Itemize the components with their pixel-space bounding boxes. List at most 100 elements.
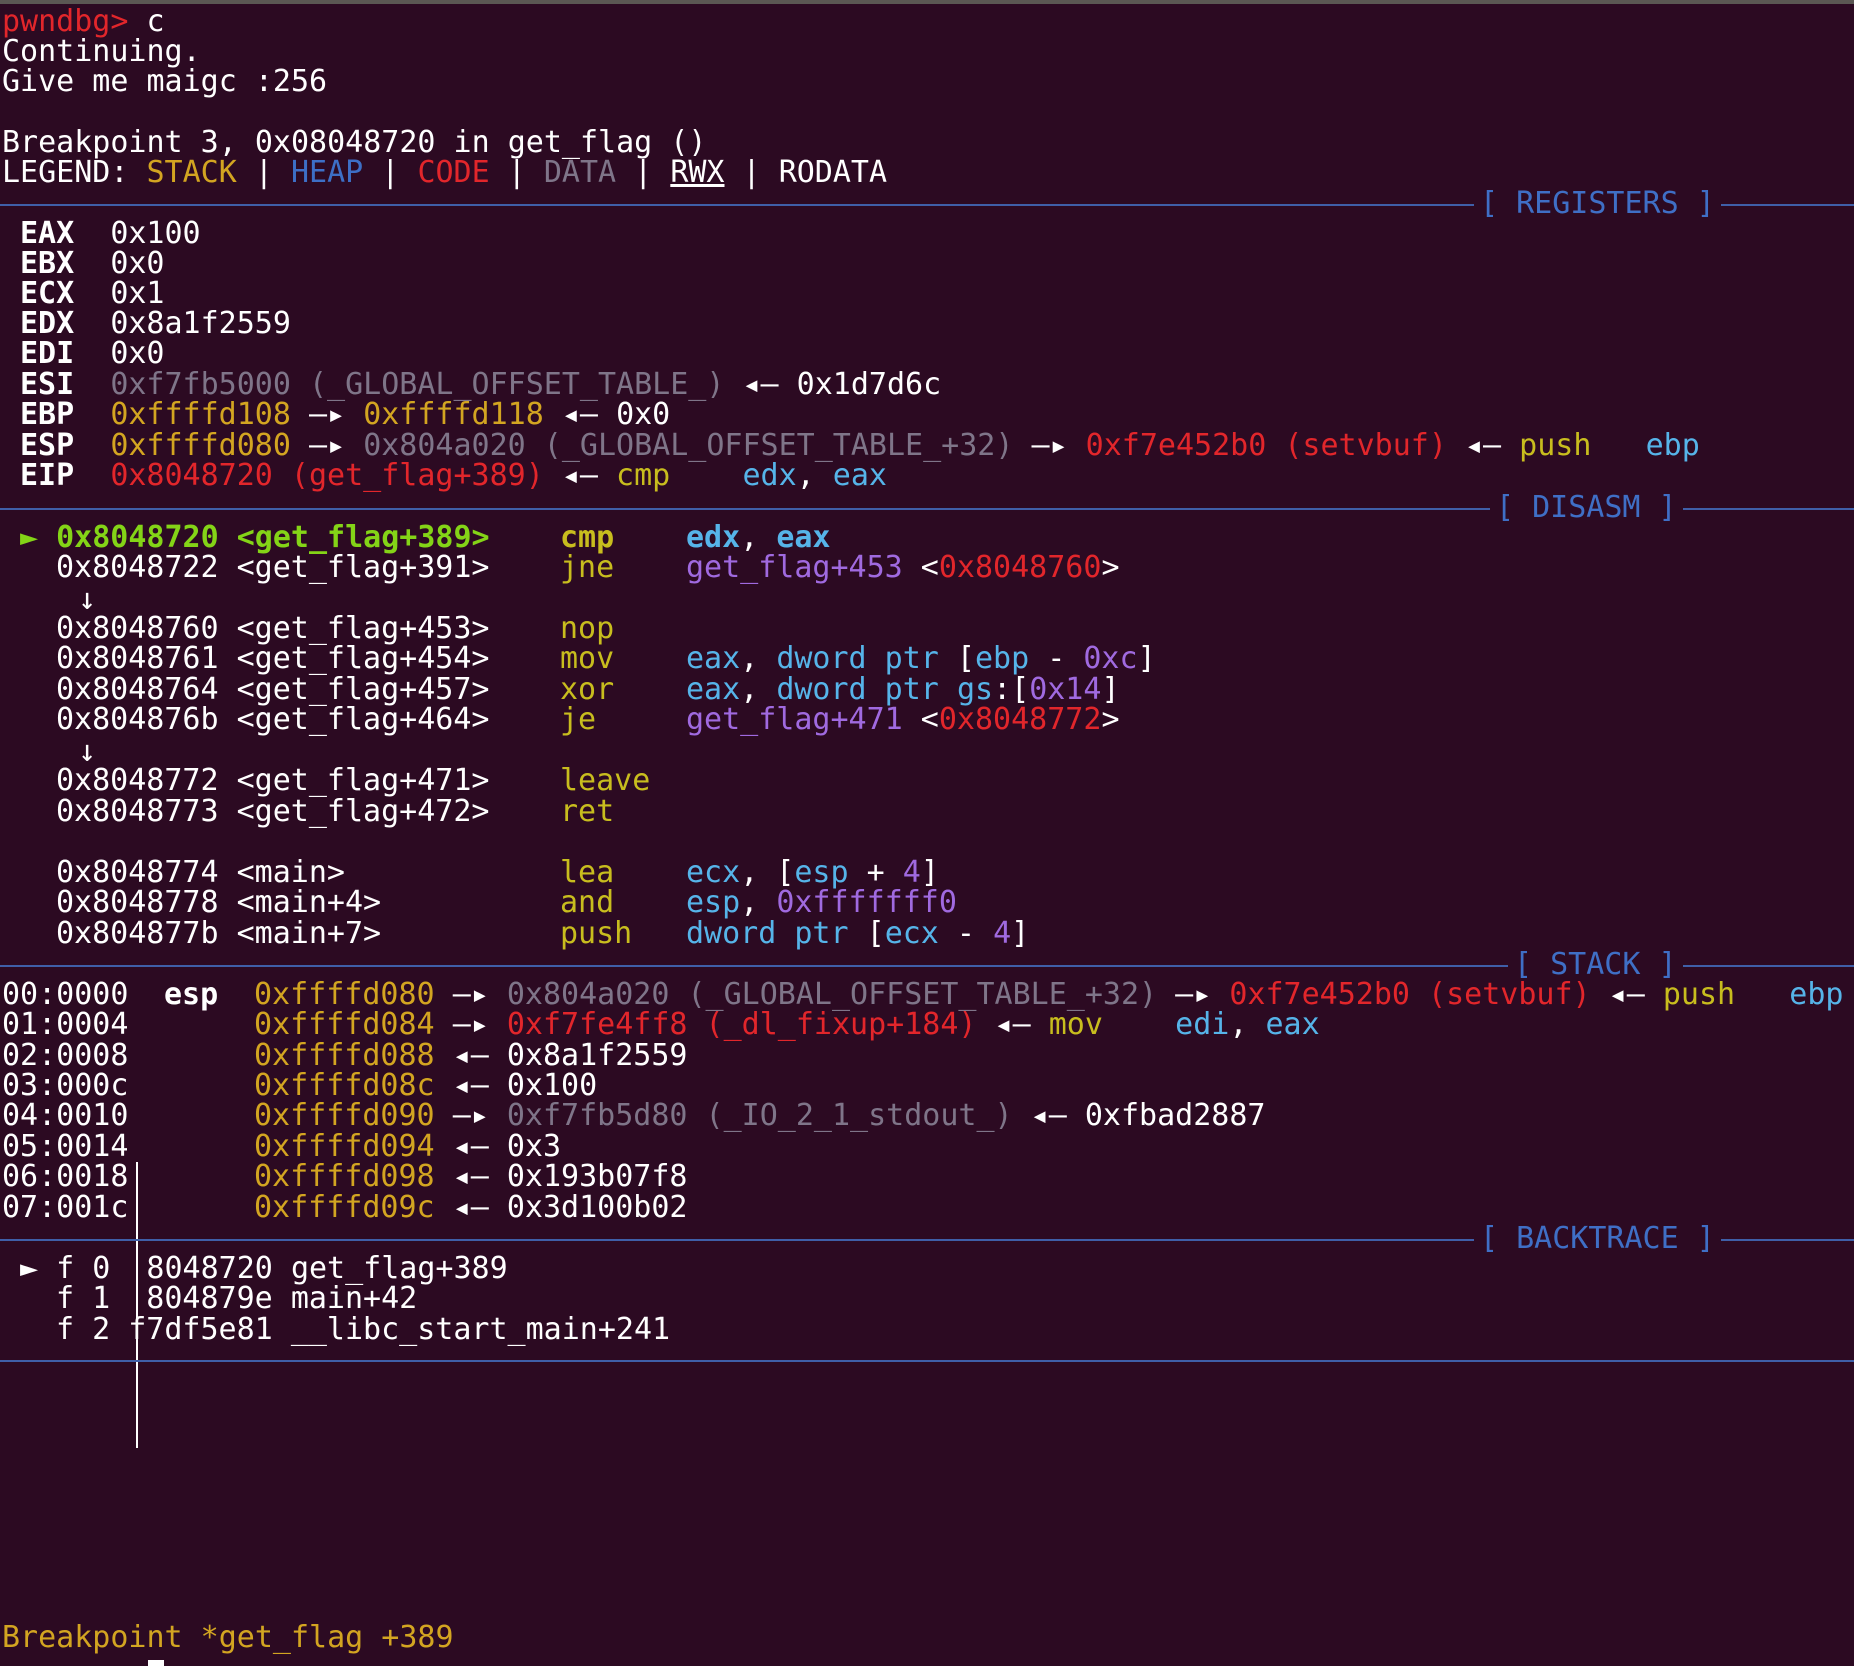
deref-value: 0xfbad2887 — [1084, 1098, 1266, 1133]
instruction-operand: edi — [1175, 1007, 1230, 1042]
instruction-symbol: <main+4> — [236, 885, 382, 920]
instruction-mnemonic: mov — [1048, 1007, 1103, 1042]
terminal-window[interactable]: pwndbg> c Continuing. Give me maigc :256… — [0, 0, 1854, 1666]
stack-address: 0xffffd090 — [254, 1098, 435, 1133]
legend-separator: | — [724, 155, 779, 190]
legend-separator: | — [363, 155, 418, 190]
section-rule — [0, 1360, 1854, 1362]
legend-label: LEGEND: — [2, 155, 147, 190]
backtrace-title: [ BACKTRACE ] — [1474, 1221, 1721, 1257]
operand-register: esp — [686, 885, 741, 920]
instruction-address: 0x8048778 — [56, 885, 219, 920]
instruction-operand: edx — [742, 458, 797, 493]
left-arrow: ◂— — [561, 397, 598, 432]
stack-address: 0xffffd09c — [254, 1190, 435, 1225]
jump-target-symbol: get_flag+471 — [686, 702, 903, 737]
legend-rwx: RWX — [670, 155, 725, 190]
left-arrow: ◂— — [1464, 428, 1502, 463]
registers-title: [ REGISTERS ] — [1474, 186, 1721, 222]
disasm-row[interactable]: 0x8048773 <get_flag+472> ret — [56, 794, 614, 830]
instruction-mnemonic: cmp — [616, 458, 671, 493]
left-arrow: ◂— — [452, 1159, 489, 1194]
legend-heap: HEAP — [291, 155, 364, 190]
instruction-operand: eax — [1265, 1007, 1320, 1042]
left-arrow: ◂— — [742, 367, 779, 402]
operand-operator: - — [938, 916, 994, 951]
window-top-border — [0, 0, 1854, 4]
operand-size: dword ptr — [776, 641, 939, 676]
right-arrow: —▸ — [1031, 428, 1068, 463]
stack-index: 06:0018 — [2, 1159, 129, 1194]
deref-value: 0x0 — [616, 397, 671, 432]
instruction-address: 0x804877b — [56, 916, 219, 951]
operand-immediate: 0xc — [1083, 641, 1138, 676]
stack-pointer-label: esp — [164, 977, 219, 1012]
register-value: 0x0 — [110, 336, 165, 371]
instruction-mnemonic: ret — [560, 794, 615, 829]
instruction-address: 0x804876b — [56, 702, 219, 737]
instruction-address: 0x8048761 — [56, 641, 219, 676]
operand-operator: - — [1029, 641, 1084, 676]
left-arrow: ◂— — [561, 458, 598, 493]
stack-value: 0x193b07f8 — [506, 1159, 688, 1194]
stack-address: 0xffffd098 — [254, 1159, 435, 1194]
registers-header: [ REGISTERS ] — [0, 186, 1854, 222]
code-pointer: 0xf7fe4ff8 (_dl_fixup+184) — [506, 1007, 977, 1042]
register-eip: EIP 0x8048720 (get_flag+389) ◂— cmp edx,… — [20, 458, 887, 493]
instruction-operands: get_flag+453 <0x8048760> — [686, 550, 1120, 585]
left-arrow: ◂— — [1608, 977, 1645, 1012]
disasm-row[interactable]: 0x804876b <get_flag+464> je get_flag+471 <… — [56, 702, 1120, 738]
disasm-row[interactable]: 0x8048722 <get_flag+391> jne get_flag+453 … — [56, 550, 1120, 586]
left-arrow: ◂— — [452, 1190, 489, 1225]
instruction-mnemonic: push — [1662, 977, 1736, 1012]
stack-index: 07:001c — [2, 1190, 129, 1225]
right-arrow: —▸ — [309, 397, 346, 432]
operand-immediate: 4 — [993, 916, 1012, 951]
legend-data: DATA — [543, 155, 617, 190]
stack-index: 01:0004 — [2, 1007, 129, 1042]
instruction-mnemonic: je — [560, 702, 597, 737]
bottom-rule — [0, 1342, 1854, 1378]
pointer-value: 0xffffd118 — [363, 397, 544, 432]
legend-separator: | — [489, 155, 544, 190]
legend-rodata: RODATA — [778, 155, 888, 190]
program-output: Give me maigc :256 — [2, 64, 328, 99]
deref-value: 0x1d7d6c — [796, 367, 942, 402]
left-arrow: ◂— — [994, 1007, 1031, 1042]
instruction-operands: get_flag+471 <0x8048772> — [686, 702, 1120, 737]
operand-register: eax — [686, 641, 741, 676]
stack-value: 0x3d100b02 — [506, 1190, 688, 1225]
instruction-address: 0x8048722 — [56, 550, 219, 585]
right-arrow: —▸ — [452, 1098, 489, 1133]
register-name: EIP — [20, 458, 75, 493]
operand-register: ecx — [884, 916, 939, 951]
instruction-symbol: <main+7> — [236, 916, 382, 951]
legend-separator: | — [616, 155, 671, 190]
code-pointer: 0xf7e452b0 (setvbuf) — [1085, 428, 1447, 463]
disasm-title: [ DISASM ] — [1490, 490, 1683, 526]
current-instruction-marker: ► — [20, 520, 39, 555]
instruction-symbol: <get_flag+391> — [236, 550, 490, 585]
instruction-operand: ebp — [1789, 977, 1844, 1012]
instruction-address: 0x8048773 — [56, 794, 219, 829]
instruction-mnemonic: jne — [560, 550, 615, 585]
right-arrow: —▸ — [452, 1007, 489, 1042]
frame-symbol: main+42 — [290, 1281, 418, 1316]
stack-address: 0xffffd084 — [254, 1007, 435, 1042]
operand-size: dword ptr — [686, 916, 849, 951]
jump-target-symbol: get_flag+453 — [686, 550, 903, 585]
jump-target-address: 0x8048772 — [938, 702, 1102, 737]
current-frame-marker: ► — [20, 1251, 39, 1286]
left-arrow: ◂— — [1030, 1098, 1067, 1133]
operand-register: ebp — [975, 641, 1030, 676]
instruction-operand: eax — [832, 458, 887, 493]
instruction-operand: ebp — [1645, 428, 1700, 463]
legend-code: CODE — [417, 155, 490, 190]
register-value: 0xffffd108 — [110, 397, 291, 432]
instruction-symbol: <get_flag+471> — [236, 763, 490, 798]
instruction-symbol: <get_flag+464> — [236, 702, 490, 737]
frame-address: 804879e — [128, 1281, 273, 1316]
text-cursor[interactable] — [148, 1660, 164, 1666]
register-name: EBP — [20, 397, 75, 432]
stack-value: 0xf7fb5d80 (_IO_2_1_stdout_) — [506, 1098, 1013, 1133]
